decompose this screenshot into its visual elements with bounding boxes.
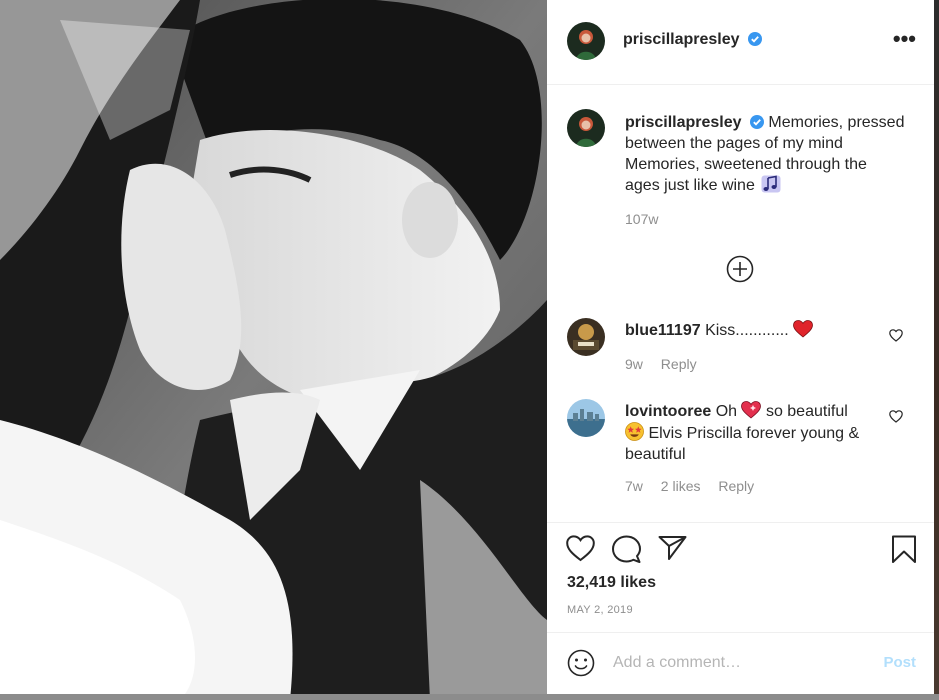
comment-text-line2: Elvis Priscilla forever young & beautifu…	[625, 425, 860, 463]
author-avatar[interactable]	[567, 22, 605, 60]
header-divider	[547, 84, 934, 85]
post-photo	[0, 0, 547, 700]
post-header: priscillapresley •••	[547, 0, 934, 84]
post-caption: priscillapresley Memories, pressed betwe…	[625, 112, 905, 230]
like-comment-heart-icon[interactable]	[889, 329, 903, 342]
comment-meta-blue11197: 9w Reply	[625, 356, 711, 372]
post-comment-button[interactable]: Post	[883, 654, 916, 671]
music-notes-icon	[761, 175, 781, 193]
photo-image	[0, 0, 547, 700]
reply-button[interactable]: Reply	[661, 356, 697, 372]
like-comment-heart-icon[interactable]	[889, 410, 903, 423]
comment-avatar-lovintooree[interactable]	[567, 399, 605, 437]
comment-text-end: so beautiful	[765, 403, 848, 420]
comments-divider	[547, 522, 934, 523]
post-date: MAY 2, 2019	[567, 604, 633, 616]
comment-lovintooree: lovintooree Oh so beautiful Elvis Prisci…	[625, 401, 885, 465]
more-options-icon[interactable]: •••	[893, 28, 916, 50]
author-username[interactable]: priscillapresley	[623, 31, 740, 48]
post-panel: priscillapresley ••• priscillapresley Me…	[547, 0, 934, 700]
load-more-comments-icon[interactable]	[726, 255, 754, 283]
comment-username[interactable]: blue11197	[625, 322, 701, 339]
likes-count[interactable]: 32,419 likes	[567, 574, 656, 592]
comment-age: 7w	[625, 478, 643, 494]
caption-avatar[interactable]	[567, 109, 605, 147]
red-heart-icon	[793, 320, 814, 338]
verified-icon	[747, 32, 762, 46]
horizontal-scrollbar[interactable]	[0, 694, 939, 700]
comment-username[interactable]: lovintooree	[625, 403, 711, 420]
comment-blue11197: blue11197 Kiss............	[625, 320, 885, 341]
comment-age: 9w	[625, 356, 643, 372]
comment-bubble-icon[interactable]	[612, 535, 641, 564]
save-bookmark-icon[interactable]	[891, 535, 917, 564]
share-paper-plane-icon[interactable]	[658, 535, 687, 561]
comment-meta-lovintooree: 7w 2 likes Reply	[625, 478, 768, 494]
comment-likes-count[interactable]: 2 likes	[661, 478, 701, 494]
comment-avatar-blue11197[interactable]	[567, 318, 605, 356]
verified-icon	[749, 115, 764, 129]
background-strip	[934, 0, 939, 700]
like-heart-icon[interactable]	[566, 535, 595, 562]
reply-button[interactable]: Reply	[718, 478, 754, 494]
emoji-picker-icon[interactable]	[567, 649, 595, 677]
star-struck-emoji-icon	[625, 422, 644, 441]
comment-text-start: Oh	[715, 403, 738, 420]
caption-age: 107w	[625, 211, 659, 227]
comment-text: Kiss............	[705, 322, 789, 339]
caption-username[interactable]: priscillapresley	[625, 114, 742, 131]
composer-divider	[547, 632, 934, 633]
add-comment-input[interactable]: Add a comment…	[613, 654, 741, 672]
sparkling-heart-icon	[741, 401, 762, 419]
